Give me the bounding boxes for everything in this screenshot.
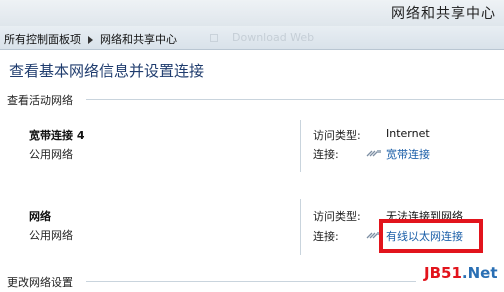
breadcrumb-network-center[interactable]: 网络和共享中心: [100, 33, 177, 46]
ghost-checkbox-icon: [210, 34, 218, 42]
section-divider: [86, 99, 504, 100]
window-title: 网络和共享中心: [391, 6, 496, 22]
address-bar[interactable]: 所有控制面板项 网络和共享中心 Download Web: [0, 26, 504, 50]
highlight-annotation-box: [379, 219, 483, 253]
watermark-part: .Net: [461, 264, 498, 282]
access-type-label: 访问类型:: [313, 129, 361, 142]
section-divider: [86, 281, 416, 282]
network-type-link[interactable]: 公用网络: [29, 227, 73, 243]
breadcrumb: 所有控制面板项 网络和共享中心: [4, 31, 177, 47]
breadcrumb-control-panel[interactable]: 所有控制面板项: [4, 33, 81, 46]
connection-label: 连接:: [313, 230, 339, 243]
network-name: 网络: [29, 210, 51, 223]
breadcrumb-separator-icon: [88, 36, 93, 44]
watermark-part: JB51: [424, 264, 462, 282]
access-type-value: Internet: [386, 127, 430, 140]
connection-label: 连接:: [313, 148, 339, 161]
section-active-networks: 查看活动网络: [7, 94, 73, 107]
ghost-overlay-text: Download Web: [232, 31, 315, 44]
access-type-label: 访问类型:: [313, 210, 361, 223]
network-connection-icon: [366, 150, 381, 157]
connection-link[interactable]: 宽带连接: [386, 146, 430, 162]
network-name: 宽带连接 4: [29, 129, 85, 142]
column-divider: [300, 199, 301, 255]
section-change-settings: 更改网络设置: [7, 276, 73, 289]
page-title: 查看基本网络信息并设置连接: [9, 62, 205, 80]
column-divider: [300, 120, 301, 172]
network-type-link[interactable]: 公用网络: [29, 146, 73, 162]
watermark-logo: JB51.Net: [424, 264, 498, 282]
window-titlebar: 网络和共享中心: [0, 0, 504, 26]
